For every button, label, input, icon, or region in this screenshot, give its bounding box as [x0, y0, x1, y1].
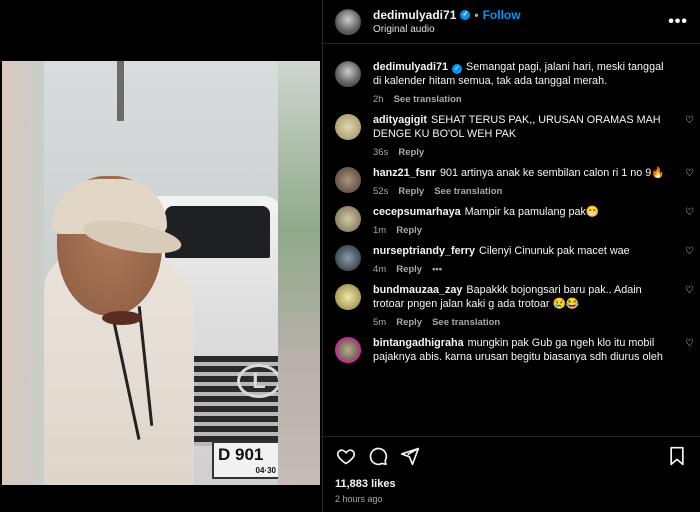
comment-meta: 2h See translation [373, 94, 666, 105]
plate-sub: 04·30 [255, 466, 276, 475]
commenter-avatar[interactable] [335, 167, 361, 193]
more-icon[interactable]: ••• [668, 13, 688, 31]
comment-username[interactable]: cecepsumarhaya [373, 206, 461, 218]
commenter-avatar[interactable] [335, 245, 361, 271]
comment-time[interactable]: 36s [373, 147, 388, 158]
comment-item: adityagigit SEHAT TERUS PAK,, URUSAN ORAM… [323, 105, 700, 158]
heart-icon[interactable]: ♡ [685, 168, 694, 179]
comment-text: hanz21_fsnr 901 artinya anak ke sembilan … [373, 166, 666, 180]
video-blur-right [278, 61, 320, 485]
comment-body: bundmauzaa_zay Bapakkk bojongsari baru pa… [373, 283, 688, 328]
comment-username[interactable]: bintangadhigraha [373, 337, 464, 349]
comment-username[interactable]: dedimulyadi71 [373, 61, 448, 73]
plate-number: D 901 [218, 445, 264, 464]
comments-list[interactable]: dedimulyadi71 ✓ Semangat pagi, jalani hari… [323, 52, 700, 434]
heart-icon[interactable]: ♡ [685, 115, 694, 126]
reply-button[interactable]: Reply [398, 147, 424, 158]
heart-icon[interactable]: ♡ [685, 246, 694, 257]
video-area[interactable]: L D 901 04·30 [0, 0, 322, 512]
car-emblem: L [237, 364, 281, 398]
original-audio-link[interactable]: Original audio [373, 24, 668, 35]
reply-button[interactable]: Reply [396, 264, 422, 275]
comment-time[interactable]: 1m [373, 225, 386, 236]
heart-icon[interactable]: ♡ [685, 207, 694, 218]
comment-meta: 4m Reply ••• [373, 264, 666, 275]
comment-username[interactable]: hanz21_fsnr [373, 167, 436, 179]
instagram-post: L D 901 04·30 dedimulyadi71 ✓ • Follow O… [0, 0, 700, 512]
author-avatar[interactable] [335, 8, 361, 35]
drawstring [110, 312, 141, 440]
comment-body: cecepsumarhaya Mampir ka pamulang pak😁 1m… [373, 205, 688, 236]
commenter-avatar[interactable] [335, 284, 361, 310]
reply-button[interactable]: Reply [398, 186, 424, 197]
comment-body: nurseptriandy_ferry Cilenyi Cinunuk pak m… [373, 244, 688, 275]
heart-icon[interactable]: ♡ [685, 338, 694, 349]
video-frame[interactable]: L D 901 04·30 [2, 61, 320, 485]
separator-dot: • [474, 8, 479, 22]
comment-time[interactable]: 4m [373, 264, 386, 275]
comment-time[interactable]: 5m [373, 317, 386, 328]
comment-content: Cilenyi Cinunuk pak macet wae [479, 245, 630, 257]
comment-text: nurseptriandy_ferry Cilenyi Cinunuk pak m… [373, 244, 666, 258]
drawstring [137, 306, 154, 426]
comment-body: bintangadhigraha mungkin pak Gub ga ngeh … [373, 336, 688, 364]
action-bar [323, 436, 700, 474]
comment-meta: 36s Reply [373, 147, 666, 158]
commenter-avatar[interactable] [335, 337, 361, 363]
license-plate: D 901 04·30 [212, 441, 282, 479]
see-translation-button[interactable]: See translation [432, 317, 500, 328]
video-blur-left [2, 61, 44, 485]
comment-meta: 52s Reply See translation [373, 186, 666, 197]
comment-username[interactable]: bundmauzaa_zay [373, 284, 462, 296]
post-time[interactable]: 2 hours ago [335, 494, 383, 504]
reply-button[interactable]: Reply [396, 225, 422, 236]
author-username[interactable]: dedimulyadi71 [373, 8, 456, 22]
verified-icon: ✓ [452, 64, 463, 74]
comment-body: adityagigit SEHAT TERUS PAK,, URUSAN ORAM… [373, 113, 688, 158]
comment-username[interactable]: nurseptriandy_ferry [373, 245, 475, 257]
comment-username[interactable]: adityagigit [373, 114, 427, 126]
verified-icon: ✓ [460, 10, 471, 20]
heart-icon[interactable] [335, 445, 357, 467]
heart-icon[interactable]: ♡ [685, 285, 694, 296]
comment-body: hanz21_fsnr 901 artinya anak ke sembilan … [373, 166, 688, 197]
comment-text: bundmauzaa_zay Bapakkk bojongsari baru pa… [373, 283, 666, 311]
comment-body: dedimulyadi71 ✓ Semangat pagi, jalani hari… [373, 60, 688, 105]
comment-text: adityagigit SEHAT TERUS PAK,, URUSAN ORAM… [373, 113, 666, 141]
comment-more-icon[interactable]: ••• [432, 264, 442, 275]
likes-count[interactable]: 11,883 likes [335, 478, 396, 490]
follow-button[interactable]: Follow [483, 8, 521, 22]
header-top-line: dedimulyadi71 ✓ • Follow [373, 8, 668, 22]
comment-item: nurseptriandy_ferry Cilenyi Cinunuk pak m… [323, 236, 700, 275]
comment-time[interactable]: 52s [373, 186, 388, 197]
caption: dedimulyadi71 ✓ Semangat pagi, jalani hari… [323, 52, 700, 105]
comment-content: 901 artinya anak ke sembilan calon ri 1 … [440, 167, 665, 179]
video-pole [117, 61, 124, 121]
bookmark-icon[interactable] [666, 445, 688, 467]
commenter-avatar[interactable] [335, 114, 361, 140]
car-windshield [165, 206, 270, 258]
comment-item: bintangadhigraha mungkin pak Gub ga ngeh … [323, 328, 700, 364]
commenter-avatar[interactable] [335, 61, 361, 87]
comment-item: cecepsumarhaya Mampir ka pamulang pak😁 1m… [323, 197, 700, 236]
comment-text: dedimulyadi71 ✓ Semangat pagi, jalani hari… [373, 60, 666, 88]
comment-icon[interactable] [367, 445, 389, 467]
comment-meta: 1m Reply [373, 225, 666, 236]
see-translation-button[interactable]: See translation [434, 186, 502, 197]
post-side-panel: dedimulyadi71 ✓ • Follow Original audio … [322, 0, 700, 512]
comment-time[interactable]: 2h [373, 94, 384, 105]
share-icon[interactable] [399, 445, 421, 467]
comment-meta: 5m Reply See translation [373, 317, 666, 328]
video-person-mouth [102, 311, 142, 325]
header-text: dedimulyadi71 ✓ • Follow Original audio [373, 8, 668, 35]
comment-text: cecepsumarhaya Mampir ka pamulang pak😁 [373, 205, 666, 219]
comment-item: bundmauzaa_zay Bapakkk bojongsari baru pa… [323, 275, 700, 328]
comment-item: hanz21_fsnr 901 artinya anak ke sembilan … [323, 158, 700, 197]
comment-content: Mampir ka pamulang pak😁 [464, 206, 600, 218]
comment-text: bintangadhigraha mungkin pak Gub ga ngeh … [373, 336, 666, 364]
post-header: dedimulyadi71 ✓ • Follow Original audio … [323, 0, 700, 44]
commenter-avatar[interactable] [335, 206, 361, 232]
see-translation-button[interactable]: See translation [394, 94, 462, 105]
reply-button[interactable]: Reply [396, 317, 422, 328]
